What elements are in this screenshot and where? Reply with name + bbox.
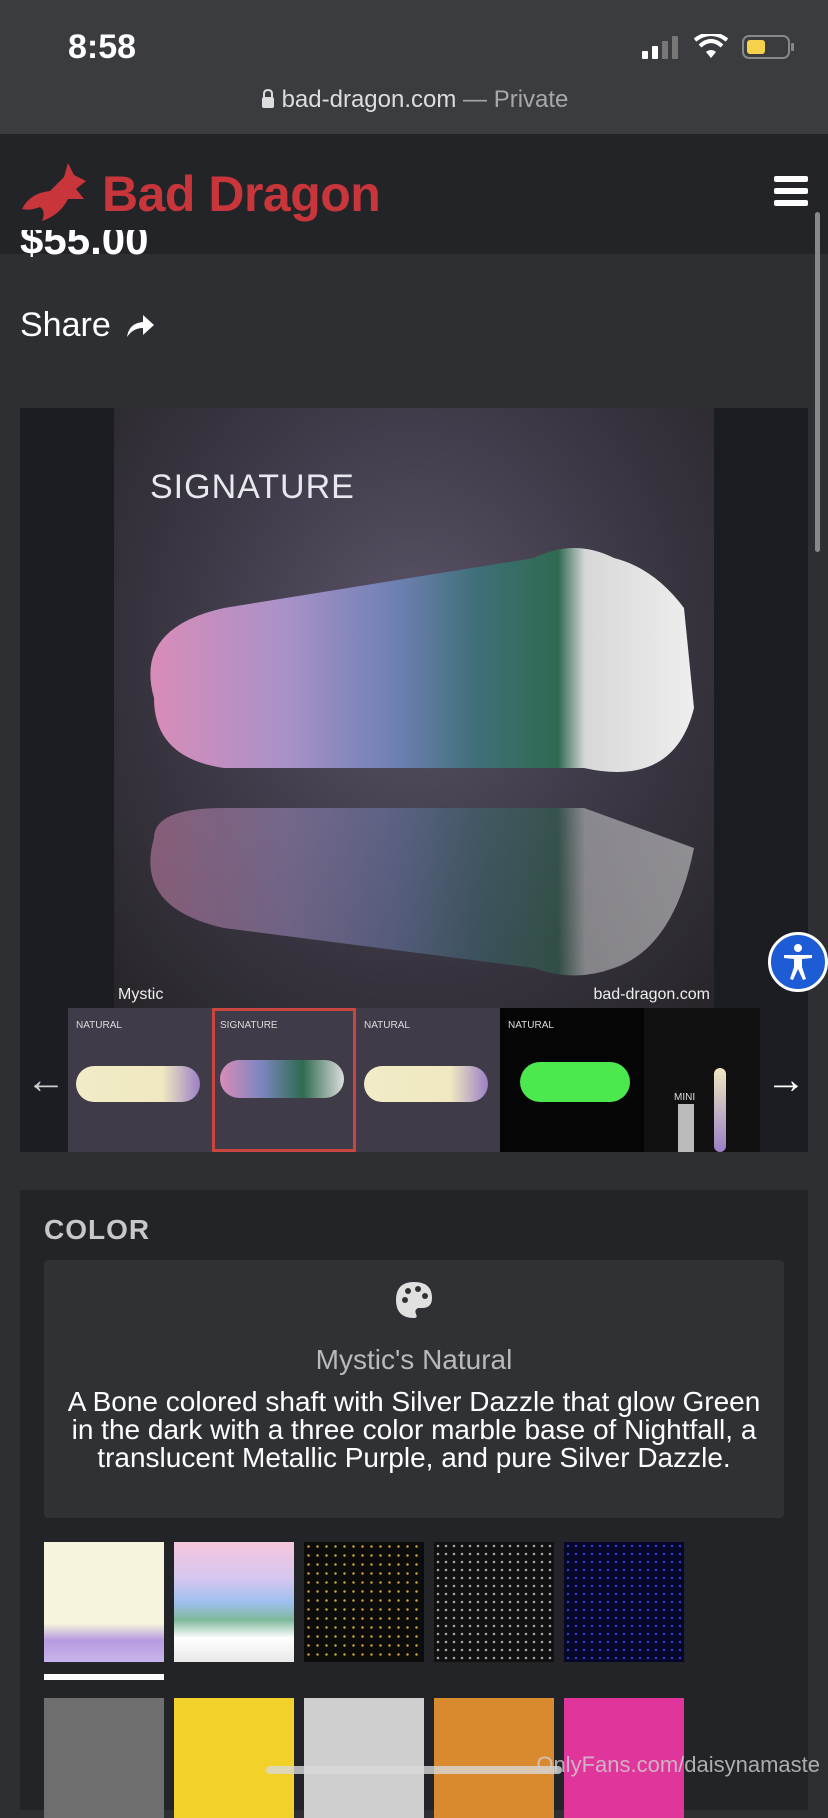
url-domain: bad-dragon.com: [281, 86, 457, 113]
image-caption: Mystic: [118, 986, 164, 1003]
thumbnail[interactable]: NATURAL: [356, 1008, 500, 1152]
palette-icon: [396, 1282, 432, 1318]
wifi-icon: [694, 34, 728, 58]
url-separator: —: [456, 86, 494, 113]
thumbnail-selected[interactable]: SIGNATURE: [212, 1008, 356, 1152]
color-swatch[interactable]: [434, 1542, 554, 1662]
product-gallery: SIGNATURE Mystic bad-dragon.com: [20, 408, 808, 1008]
color-swatch[interactable]: [174, 1542, 294, 1662]
menu-bar: [774, 188, 808, 194]
dragon-logo-icon[interactable]: [20, 159, 90, 229]
status-time: 8:58: [68, 28, 137, 66]
thumbnail-tag: NATURAL: [76, 1020, 122, 1031]
product-illustration: [150, 548, 694, 976]
color-name: Mystic's Natural: [315, 1344, 513, 1375]
thumbnail-tag: MINI: [674, 1092, 696, 1103]
thumbnail-tag: NATURAL: [508, 1020, 554, 1031]
color-swatch[interactable]: [174, 1698, 294, 1818]
menu-bar: [774, 200, 808, 206]
selected-indicator: [44, 1674, 164, 1680]
product-main-image[interactable]: SIGNATURE Mystic bad-dragon.com: [114, 408, 714, 1008]
color-panel: COLOR Mystic's Natural A Bone colored sh…: [20, 1190, 808, 1818]
image-site-caption: bad-dragon.com: [593, 986, 710, 1003]
brand-name[interactable]: Bad Dragon: [102, 165, 381, 223]
menu-bar: [774, 176, 808, 182]
page-scrollbar[interactable]: [815, 212, 820, 552]
status-bar: 8:58 bad-dragon.com — Private: [0, 0, 828, 134]
share-label: Share: [20, 306, 111, 344]
menu-button[interactable]: [774, 176, 808, 206]
lock-icon: [261, 88, 274, 108]
color-swatch[interactable]: [44, 1698, 164, 1818]
thumbnail[interactable]: NATURAL: [68, 1008, 212, 1152]
color-swatch[interactable]: [304, 1698, 424, 1818]
accessibility-button[interactable]: [768, 932, 828, 992]
thumbnail[interactable]: NATURAL: [500, 1008, 644, 1152]
accessibility-icon: [784, 944, 812, 980]
thumbnail-tag: SIGNATURE: [220, 1020, 278, 1031]
color-info-card: Mystic's Natural A Bone colored shaft wi…: [44, 1260, 784, 1518]
address-bar[interactable]: bad-dragon.com — Private: [0, 86, 828, 114]
thumbnail-tag: NATURAL: [364, 1020, 410, 1031]
thumbnail-strip: ← NATURAL SIGNATURE NATURAL NATURAL MINI…: [20, 1008, 808, 1152]
status-icons: [640, 34, 796, 60]
share-button[interactable]: Share: [20, 306, 155, 345]
thumbnail[interactable]: MINI: [644, 1008, 760, 1152]
next-arrow-icon[interactable]: →: [766, 1058, 806, 1103]
battery-icon: [742, 35, 794, 59]
home-indicator[interactable]: [266, 1766, 562, 1774]
prev-arrow-icon[interactable]: ←: [26, 1058, 66, 1103]
color-swatch-selected[interactable]: [44, 1542, 164, 1662]
private-label: Private: [493, 86, 569, 113]
signal-icon: [642, 36, 678, 59]
color-heading: COLOR: [44, 1214, 151, 1245]
color-swatch[interactable]: [304, 1542, 424, 1662]
product-price: $55.00: [20, 230, 149, 263]
color-swatch[interactable]: [564, 1542, 684, 1662]
watermark: OnlyFans.com/daisynamaste: [536, 1752, 820, 1777]
color-description: A Bone colored shaft with Silver Dazzle …: [67, 1386, 761, 1473]
share-arrow-icon: [126, 314, 154, 337]
